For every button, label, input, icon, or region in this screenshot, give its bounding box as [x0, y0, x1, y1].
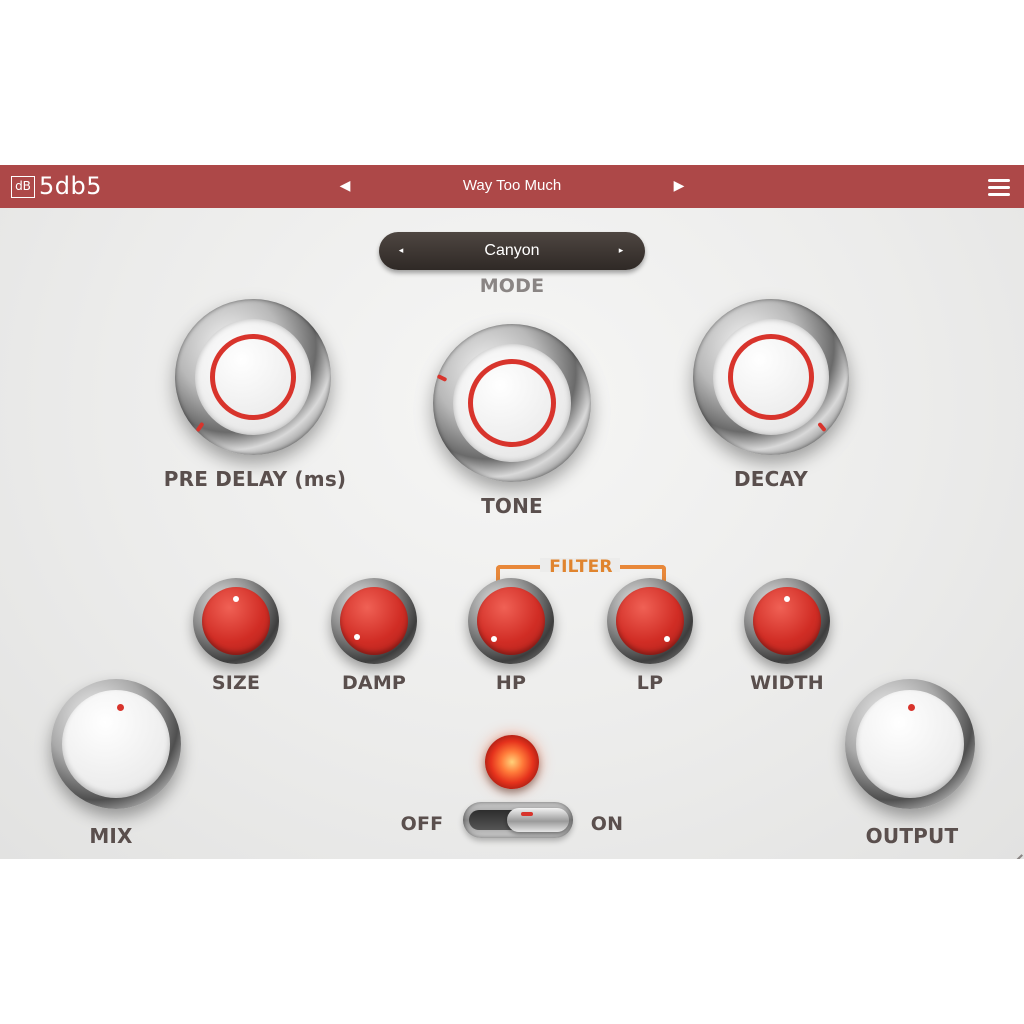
preset-next-button[interactable]: ▶: [669, 172, 689, 200]
knob-indicator: [117, 704, 124, 711]
damp-knob[interactable]: [331, 578, 417, 664]
menu-line: [988, 186, 1010, 189]
hamburger-menu-icon[interactable]: [986, 176, 1012, 198]
width-knob[interactable]: [744, 578, 830, 664]
power-led-icon: [485, 735, 539, 789]
knob-indicator: [664, 636, 670, 642]
mode-next-button[interactable]: ▸: [613, 241, 629, 261]
knob-indicator: [436, 374, 448, 382]
mode-prev-button[interactable]: ◂: [393, 241, 409, 261]
knob-cap: [340, 587, 408, 655]
plugin-window: dB 5db5 ◀ Way Too Much ▶ ◂ Canyon ▸ MODE…: [0, 0, 1024, 1024]
hp-knob[interactable]: [468, 578, 554, 664]
preset-prev-button[interactable]: ◀: [335, 172, 355, 200]
power-toggle-switch[interactable]: [463, 802, 573, 838]
output-label: OUTPUT: [865, 824, 959, 848]
output-knob[interactable]: [845, 679, 975, 809]
decay-label: DECAY: [734, 467, 808, 491]
plugin-name: 5db5: [39, 172, 103, 200]
knob-indicator: [233, 596, 239, 602]
menu-line: [988, 193, 1010, 196]
knob-indicator: [908, 704, 915, 711]
knob-indicator: [354, 634, 360, 640]
toggle-lever: [507, 808, 569, 832]
knob-face: [62, 690, 170, 798]
width-label: WIDTH: [750, 672, 824, 694]
main-panel: ◂ Canyon ▸ MODE PRE DELAY (ms) TONE DECA…: [0, 208, 1024, 859]
knob-ring: [468, 359, 556, 447]
tone-label: TONE: [481, 494, 543, 518]
knob-indicator: [195, 421, 205, 433]
knob-indicator: [491, 636, 497, 642]
lp-label: LP: [636, 672, 664, 694]
off-label: OFF: [400, 813, 444, 835]
tone-knob[interactable]: [433, 324, 591, 482]
menu-line: [988, 179, 1010, 182]
mix-label: MIX: [89, 824, 133, 848]
size-knob[interactable]: [193, 578, 279, 664]
knob-indicator: [817, 421, 827, 433]
knob-ring: [728, 334, 814, 420]
preset-name[interactable]: Way Too Much: [412, 176, 612, 196]
filter-label: FILTER: [549, 557, 613, 577]
on-label: ON: [590, 813, 624, 835]
knob-indicator: [784, 596, 790, 602]
resize-grip-icon[interactable]: [1004, 839, 1023, 859]
decay-knob[interactable]: [693, 299, 849, 455]
header-bar: dB 5db5 ◀ Way Too Much ▶: [0, 165, 1024, 208]
mix-knob[interactable]: [51, 679, 181, 809]
pre-delay-knob[interactable]: [175, 299, 331, 455]
grip-line: [1011, 853, 1023, 859]
hp-label: HP: [495, 672, 527, 694]
knob-cap: [616, 587, 684, 655]
lp-knob[interactable]: [607, 578, 693, 664]
size-label: SIZE: [211, 672, 261, 694]
damp-label: DAMP: [341, 672, 407, 694]
mode-label: MODE: [479, 275, 545, 297]
mode-value[interactable]: Canyon: [419, 240, 605, 262]
toggle-lever-tip: [521, 812, 533, 816]
knob-ring: [210, 334, 296, 420]
pre-delay-label: PRE DELAY (ms): [163, 467, 347, 491]
logo-badge: dB: [11, 176, 35, 198]
knob-cap: [477, 587, 545, 655]
mode-selector[interactable]: ◂ Canyon ▸: [379, 232, 645, 270]
